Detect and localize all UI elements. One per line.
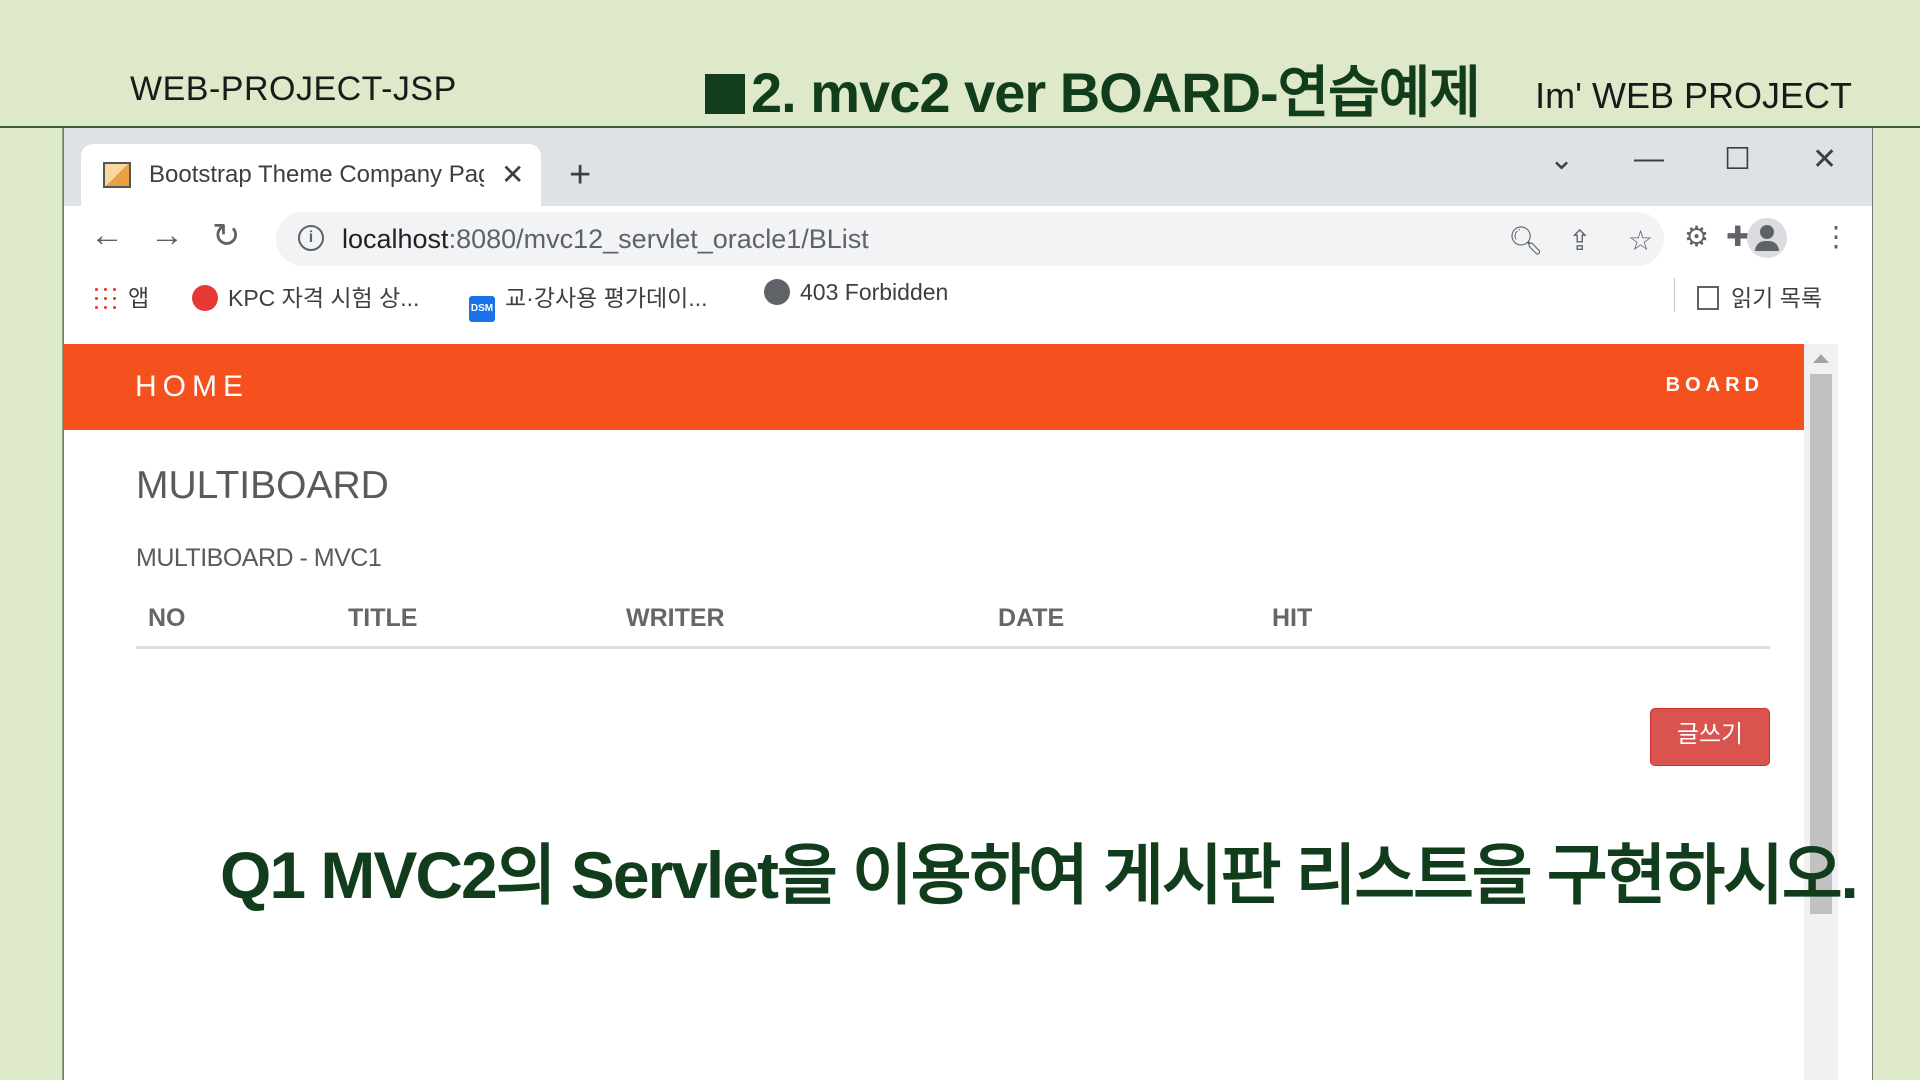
browser-toolbar: ← → ↻ i localhost:8080/mvc12_servlet_ora… — [64, 206, 1872, 268]
bookmark-star-icon[interactable]: ☆ — [1628, 224, 1653, 257]
reading-list-button[interactable]: 읽기 목록 — [1697, 279, 1822, 313]
bookmark-label: 교·강사용 평가데이... — [505, 285, 708, 311]
nav-board-link[interactable]: BOARD — [1666, 374, 1764, 397]
url-text[interactable]: localhost:8080/mvc12_servlet_oracle1/BLi… — [342, 224, 869, 255]
bookmark-label: KPC 자격 시험 상... — [228, 285, 420, 311]
globe-icon — [764, 279, 790, 305]
slide-left-label: WEB-PROJECT-JSP — [130, 70, 457, 108]
column-header-writer: WRITER — [626, 604, 725, 632]
new-tab-button[interactable]: + — [569, 154, 591, 197]
url-path: :8080/mvc12_servlet_oracle1/BList — [448, 224, 869, 254]
extensions-puzzle-icon[interactable]: ✚ — [1726, 220, 1749, 253]
slide-title: 2. mvc2 ver BOARD-연습예제 — [705, 48, 1481, 129]
maximize-button[interactable]: ☐ — [1724, 142, 1751, 177]
nav-home-link[interactable]: HOME — [135, 370, 249, 404]
apps-icon — [92, 285, 118, 311]
window-close-button[interactable]: ✕ — [1812, 142, 1837, 177]
square-bullet-icon — [705, 74, 745, 114]
bookmarks-separator — [1674, 278, 1675, 312]
table-header-divider — [136, 646, 1770, 649]
column-header-title: TITLE — [348, 604, 418, 632]
page-scrollbar[interactable] — [1804, 344, 1838, 1080]
bookmark-403[interactable]: 403 Forbidden — [764, 279, 948, 306]
reload-button[interactable]: ↻ — [212, 216, 241, 256]
column-header-hit: HIT — [1272, 604, 1313, 632]
column-header-date: DATE — [998, 604, 1065, 632]
slide-title-text: 2. mvc2 ver BOARD-연습예제 — [751, 61, 1481, 124]
site-info-icon[interactable]: i — [298, 225, 324, 251]
dsm-icon: DSM — [469, 296, 495, 322]
address-bar[interactable]: i localhost:8080/mvc12_servlet_oracle1/B… — [276, 212, 1664, 266]
site-navbar: HOME BOARD — [64, 344, 1838, 430]
profile-avatar-icon[interactable] — [1747, 218, 1787, 258]
url-host: localhost — [342, 224, 449, 254]
reading-list-icon — [1697, 286, 1719, 310]
bookmark-apps[interactable]: 앱 — [92, 279, 149, 313]
write-post-button[interactable]: 글쓰기 — [1650, 708, 1770, 766]
reading-list-label: 읽기 목록 — [1731, 285, 1823, 311]
kpc-icon — [192, 285, 218, 311]
menu-kebab-icon[interactable]: ⋮ — [1822, 220, 1850, 253]
forward-button[interactable]: → — [150, 216, 184, 255]
share-icon[interactable]: ⇪ — [1568, 224, 1591, 257]
browser-tab[interactable]: Bootstrap Theme Company Page ✕ — [81, 144, 541, 206]
tab-title: Bootstrap Theme Company Page — [149, 161, 484, 188]
zoom-icon[interactable]: 🔍︎ — [1508, 224, 1544, 257]
minimize-button[interactable]: — — [1634, 142, 1664, 176]
bookmark-label: 403 Forbidden — [800, 279, 949, 305]
scroll-up-arrow-icon[interactable] — [1813, 354, 1829, 363]
bookmark-dsm[interactable]: DSM 교·강사용 평가데이... — [469, 279, 708, 322]
bookmark-label: 앱 — [128, 285, 150, 311]
bookmarks-bar: 앱 KPC 자격 시험 상... DSM 교·강사용 평가데이... 403 Fo… — [64, 268, 1872, 322]
tab-strip: Bootstrap Theme Company Page ✕ + ⌄ — ☐ ✕ — [64, 128, 1872, 206]
web-page: HOME BOARD MULTIBOARD MULTIBOARD - MVC1 … — [64, 344, 1838, 1080]
slide-right-label: Im' WEB PROJECT — [1535, 75, 1852, 116]
board-subheading: MULTIBOARD - MVC1 — [136, 544, 382, 572]
extension-gear-icon[interactable]: ⚙ — [1684, 220, 1709, 253]
board-heading: MULTIBOARD — [136, 464, 389, 507]
tab-close-icon[interactable]: ✕ — [501, 158, 524, 191]
question-text: Q1 MVC2의 Servlet을 이용하여 게시판 리스트을 구현하시오. — [220, 838, 1859, 912]
tab-search-icon[interactable]: ⌄ — [1549, 142, 1574, 177]
bookmark-kpc[interactable]: KPC 자격 시험 상... — [192, 279, 419, 313]
back-button[interactable]: ← — [90, 216, 124, 255]
favicon-icon — [103, 162, 131, 188]
column-header-no: NO — [148, 604, 186, 632]
browser-window: Bootstrap Theme Company Page ✕ + ⌄ — ☐ ✕… — [63, 128, 1873, 1080]
